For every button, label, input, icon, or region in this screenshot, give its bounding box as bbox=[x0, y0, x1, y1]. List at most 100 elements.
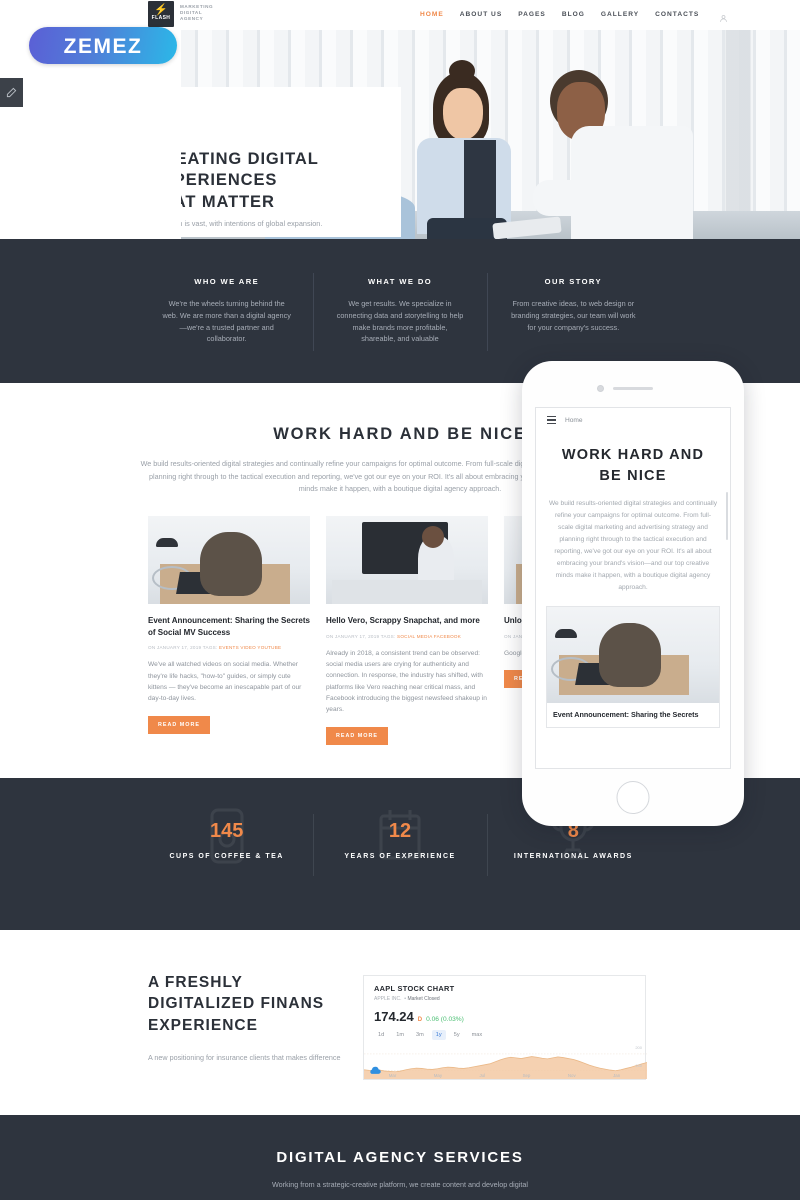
hero-title-line1: CREATING DIGITAL bbox=[181, 150, 319, 168]
read-more-button[interactable]: READ MORE bbox=[148, 715, 210, 734]
phone-paragraph: We build results-oriented digital strate… bbox=[548, 500, 718, 592]
phone-card-caption: Event Announcement: Sharing the Secrets bbox=[553, 710, 699, 720]
nav-item-home[interactable]: HOME bbox=[420, 11, 444, 18]
edit-tab-button[interactable] bbox=[0, 78, 23, 107]
brand-tagline-line3: AGENCY bbox=[180, 16, 204, 21]
chart-x-axis: Mar May Jul Sep Nov Jan bbox=[370, 1073, 639, 1078]
chart-range-max[interactable]: max bbox=[468, 1030, 487, 1040]
blog-card[interactable]: Event Announcement: Sharing the Secrets … bbox=[148, 516, 310, 745]
photo-team-meeting bbox=[326, 516, 488, 604]
feature-what-we-do: WHAT WE DO We get results. We specialize… bbox=[313, 272, 486, 352]
phone-camera bbox=[597, 385, 604, 392]
cloud-icon[interactable] bbox=[368, 1066, 382, 1075]
stock-chart-widget[interactable]: AAPL STOCK CHART APPLE INC. • Market Clo… bbox=[363, 975, 648, 1080]
chart-range-1m[interactable]: 1m bbox=[392, 1030, 408, 1040]
phone-heading-line1: WORK HARD AND bbox=[561, 447, 705, 463]
read-more-button[interactable]: READ MORE bbox=[326, 726, 388, 745]
chart-price: 174.24 bbox=[374, 1009, 414, 1024]
stock-subtitle: A new positioning for insurance clients … bbox=[148, 1053, 341, 1063]
counter-label: YEARS OF EXPERIENCE bbox=[344, 853, 456, 860]
pencil-edit-icon bbox=[6, 87, 17, 98]
phone-home-button[interactable] bbox=[616, 781, 650, 814]
hero-title-line2: EXPERIENCES bbox=[181, 171, 278, 190]
phone-navbar: Home bbox=[536, 408, 730, 432]
svg-text:ZEMEZ: ZEMEZ bbox=[64, 35, 143, 58]
chart-ytick-200: 200 bbox=[635, 1045, 642, 1050]
nav-item-pages[interactable]: PAGES bbox=[518, 11, 546, 18]
desk-surface bbox=[332, 580, 482, 604]
chart-xtick-may: May bbox=[433, 1073, 443, 1078]
hamburger-menu-icon[interactable] bbox=[547, 416, 556, 424]
counter-value: 12 bbox=[388, 820, 412, 842]
hero-title-line3: THAT MATTER bbox=[181, 192, 275, 211]
zemez-badge[interactable]: ZEMEZ bbox=[29, 27, 177, 64]
blog-card-meta: ON JANUARY 17, 2019 TAGS: EVENTS VIDEO Y… bbox=[148, 645, 310, 650]
chart-xtick-mar: Mar bbox=[388, 1073, 397, 1078]
chart-xtick-nov: Nov bbox=[567, 1073, 576, 1078]
zemez-wordmark: ZEMEZ bbox=[64, 35, 143, 58]
features-columns: WHO WE ARE We're the wheels turning behi… bbox=[140, 272, 660, 352]
brand-logo-mark: ⚡ FLASH bbox=[148, 1, 174, 27]
phone-nav-label[interactable]: Home bbox=[565, 417, 583, 424]
chart-market-status: Market Closed bbox=[407, 996, 440, 1002]
blog-card-excerpt: We've all watched videos on social media… bbox=[148, 661, 302, 703]
feature-title: OUR STORY bbox=[544, 277, 602, 286]
stock-heading: A FRESHLY DIGITALIZED FINANS EXPERIENCE bbox=[148, 972, 358, 1036]
phone-mockup: Home WORK HARD AND BE NICE We build resu… bbox=[522, 361, 744, 826]
person-woman-bun bbox=[449, 60, 475, 82]
chart-range-1y[interactable]: 1y bbox=[431, 1030, 446, 1040]
chart-range-3m[interactable]: 3m bbox=[412, 1030, 428, 1040]
page-root: CREATING DIGITAL EXPERIENCES THAT MATTER… bbox=[0, 0, 800, 1200]
phone-blog-card[interactable]: Event Announcement: Sharing the Secrets bbox=[546, 606, 720, 729]
chart-plot-area: 200 150 Mar May Jul Sep Nov Jan bbox=[363, 1043, 648, 1079]
blog-card-tags: EVENTS VIDEO YOUTUBE bbox=[219, 645, 282, 651]
nav-item-blog[interactable]: BLOG bbox=[562, 11, 585, 18]
hero-title: CREATING DIGITAL EXPERIENCES THAT MATTER bbox=[181, 149, 390, 213]
phone-screen: Home WORK HARD AND BE NICE We build resu… bbox=[535, 407, 731, 769]
chart-range-selector: 1d 1m 3m 1y 5y max bbox=[374, 1030, 635, 1040]
phone-speaker bbox=[613, 387, 653, 390]
desk-lamp bbox=[156, 538, 178, 547]
counter-international-awards: 8 INTERNATIONAL AWARDS bbox=[486, 810, 660, 876]
phone-scrollbar[interactable] bbox=[726, 492, 728, 540]
counters-list: 145 CUPS OF COFFEE & TEA 12 YEARS OF EXP… bbox=[140, 808, 660, 876]
chart-range-5y[interactable]: 5y bbox=[450, 1030, 464, 1040]
main-navigation: HOME ABOUT US PAGES BLOG GALLERY CONTACT… bbox=[420, 10, 728, 22]
phone-card-image bbox=[547, 607, 719, 704]
brand-tagline: MARKETING DIGITAL AGENCY bbox=[180, 1, 213, 22]
blog-card-date: ON JANUARY 17, 2019 TAGS: bbox=[148, 645, 220, 651]
chart-price-superscript: D bbox=[417, 1017, 423, 1023]
nav-item-contacts[interactable]: CONTACTS bbox=[655, 11, 699, 18]
chart-price-row: 174.24 D 0.06 (0.03%) bbox=[374, 1009, 635, 1024]
laptop bbox=[176, 572, 224, 594]
chart-ytick-150: 150 bbox=[635, 1063, 642, 1068]
blog-card-image bbox=[148, 516, 310, 604]
counter-cups-of-coffee: 145 CUPS OF COFFEE & TEA bbox=[140, 808, 313, 864]
stock-widget-header: AAPL STOCK CHART APPLE INC. • Market Clo… bbox=[364, 976, 645, 1040]
feature-text: We get results. We specialize in connect… bbox=[336, 299, 464, 344]
nav-item-gallery[interactable]: GALLERY bbox=[601, 11, 639, 18]
chart-subtitle: APPLE INC. • Market Closed bbox=[374, 996, 440, 1002]
chart-range-1d[interactable]: 1d bbox=[374, 1030, 388, 1040]
brand-logo-word: FLASH bbox=[151, 15, 171, 21]
hero-text-card: CREATING DIGITAL EXPERIENCES THAT MATTER… bbox=[181, 87, 401, 237]
feature-text: From creative ideas, to web design or br… bbox=[511, 299, 636, 332]
stock-heading-line3: EXPERIENCE bbox=[148, 1016, 258, 1034]
nav-item-about-us[interactable]: ABOUT US bbox=[460, 11, 502, 18]
feature-title: WHO WE ARE bbox=[194, 277, 260, 286]
blog-card-image bbox=[326, 516, 488, 604]
chart-xtick-sep: Sep bbox=[522, 1073, 531, 1078]
user-account-icon[interactable] bbox=[719, 10, 728, 22]
blog-card-date: ON JANUARY 17, 2019 TAGS: bbox=[326, 633, 398, 639]
blog-card-tags: SOCIAL MEDIA FACEBOOK bbox=[397, 633, 462, 639]
feature-text: We're the wheels turning behind the web.… bbox=[162, 299, 291, 344]
stock-heading-line2: DIGITALIZED FINANS bbox=[148, 995, 325, 1013]
blog-card[interactable]: Hello Vero, Scrappy Snapchat, and more O… bbox=[326, 516, 488, 745]
blog-card-meta: ON JANUARY 17, 2019 TAGS: SOCIAL MEDIA F… bbox=[326, 634, 488, 639]
blog-card-excerpt: Already in 2018, a consistent trend can … bbox=[326, 649, 487, 714]
chart-xtick-jul: Jul bbox=[479, 1073, 486, 1078]
person-man-right-arm bbox=[533, 180, 603, 216]
brand-logo[interactable]: ⚡ FLASH MARKETING DIGITAL AGENCY bbox=[148, 1, 213, 27]
services-paragraph: Working from a strategic-creative platfo… bbox=[272, 1180, 528, 1189]
person-woman-face bbox=[443, 88, 483, 140]
